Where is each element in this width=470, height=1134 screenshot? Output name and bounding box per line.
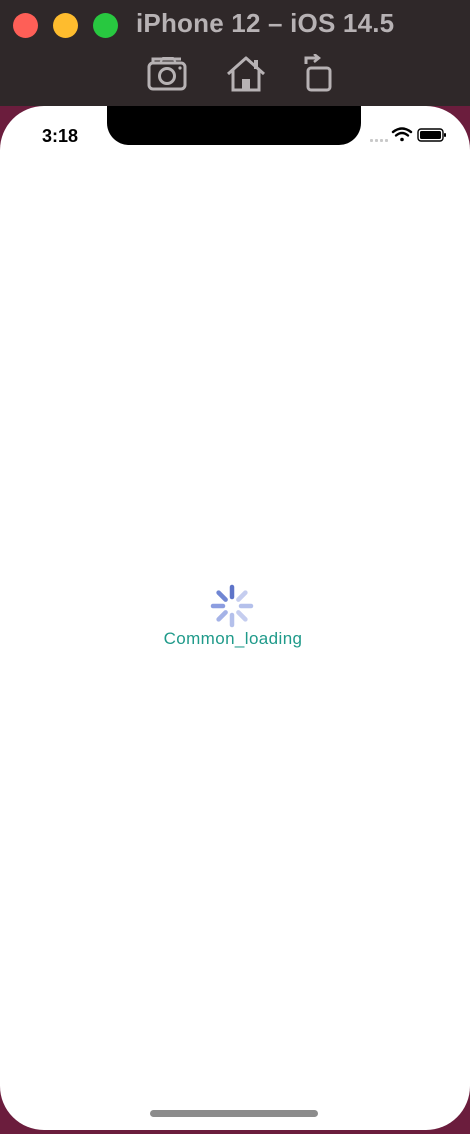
zoom-window-button[interactable] (93, 13, 118, 38)
close-window-button[interactable] (13, 13, 38, 38)
camera-icon (147, 57, 187, 91)
status-icons (358, 126, 448, 146)
home-button[interactable] (224, 54, 268, 94)
simulator-window: iPhone 12 – iOS 14.5 3:18 Common_loading (0, 0, 470, 1134)
minimize-window-button[interactable] (53, 13, 78, 38)
battery-icon (417, 128, 446, 142)
window-title: iPhone 12 – iOS 14.5 (136, 8, 395, 38)
wifi-icon (391, 127, 413, 142)
rotate-button[interactable] (298, 53, 342, 94)
title-bar: iPhone 12 – iOS 14.5 (0, 0, 470, 106)
notch (107, 106, 361, 145)
signal-icon (370, 139, 388, 142)
home-indicator[interactable] (150, 1110, 318, 1117)
device-frame: 3:18 Common_loading (0, 106, 470, 1134)
loading-spinner (209, 583, 255, 629)
loading-text: Common_loading (163, 629, 303, 648)
rotate-icon (304, 53, 332, 92)
home-icon (227, 56, 265, 92)
device-screen[interactable]: 3:18 Common_loading (0, 106, 470, 1130)
spinner-icon (210, 584, 254, 628)
status-time: 3:18 (42, 126, 79, 146)
screenshot-button[interactable] (146, 54, 190, 94)
